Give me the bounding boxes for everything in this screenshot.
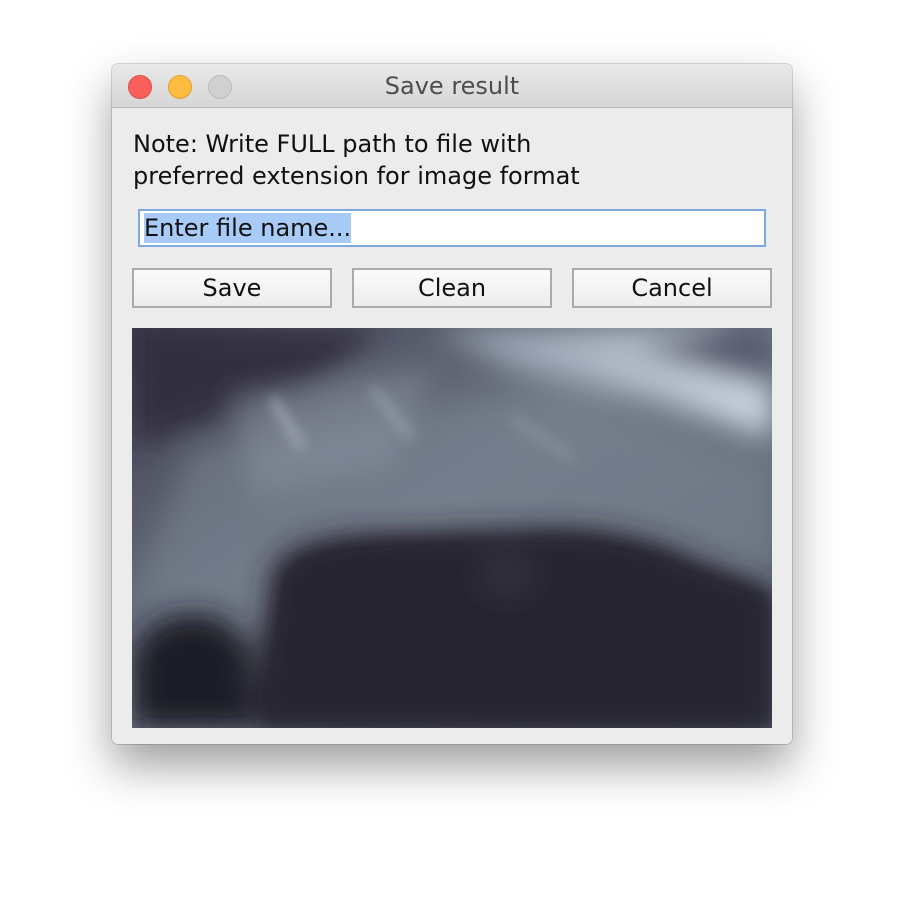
result-image-preview xyxy=(132,328,772,728)
window-title: Save result xyxy=(384,72,520,100)
cancel-button[interactable]: Cancel xyxy=(572,268,772,308)
instruction-note: Note: Write FULL path to file with prefe… xyxy=(133,128,773,192)
clean-button[interactable]: Clean xyxy=(352,268,552,308)
title-bar[interactable]: Save result xyxy=(112,64,792,108)
note-line-2: preferred extension for image format xyxy=(133,162,580,190)
file-name-input[interactable]: Enter file name... xyxy=(138,209,766,247)
save-result-dialog: Save result Note: Write FULL path to fil… xyxy=(112,64,792,744)
file-name-value: Enter file name... xyxy=(144,213,352,243)
note-line-1: Note: Write FULL path to file with xyxy=(133,130,532,158)
save-button[interactable]: Save xyxy=(132,268,332,308)
